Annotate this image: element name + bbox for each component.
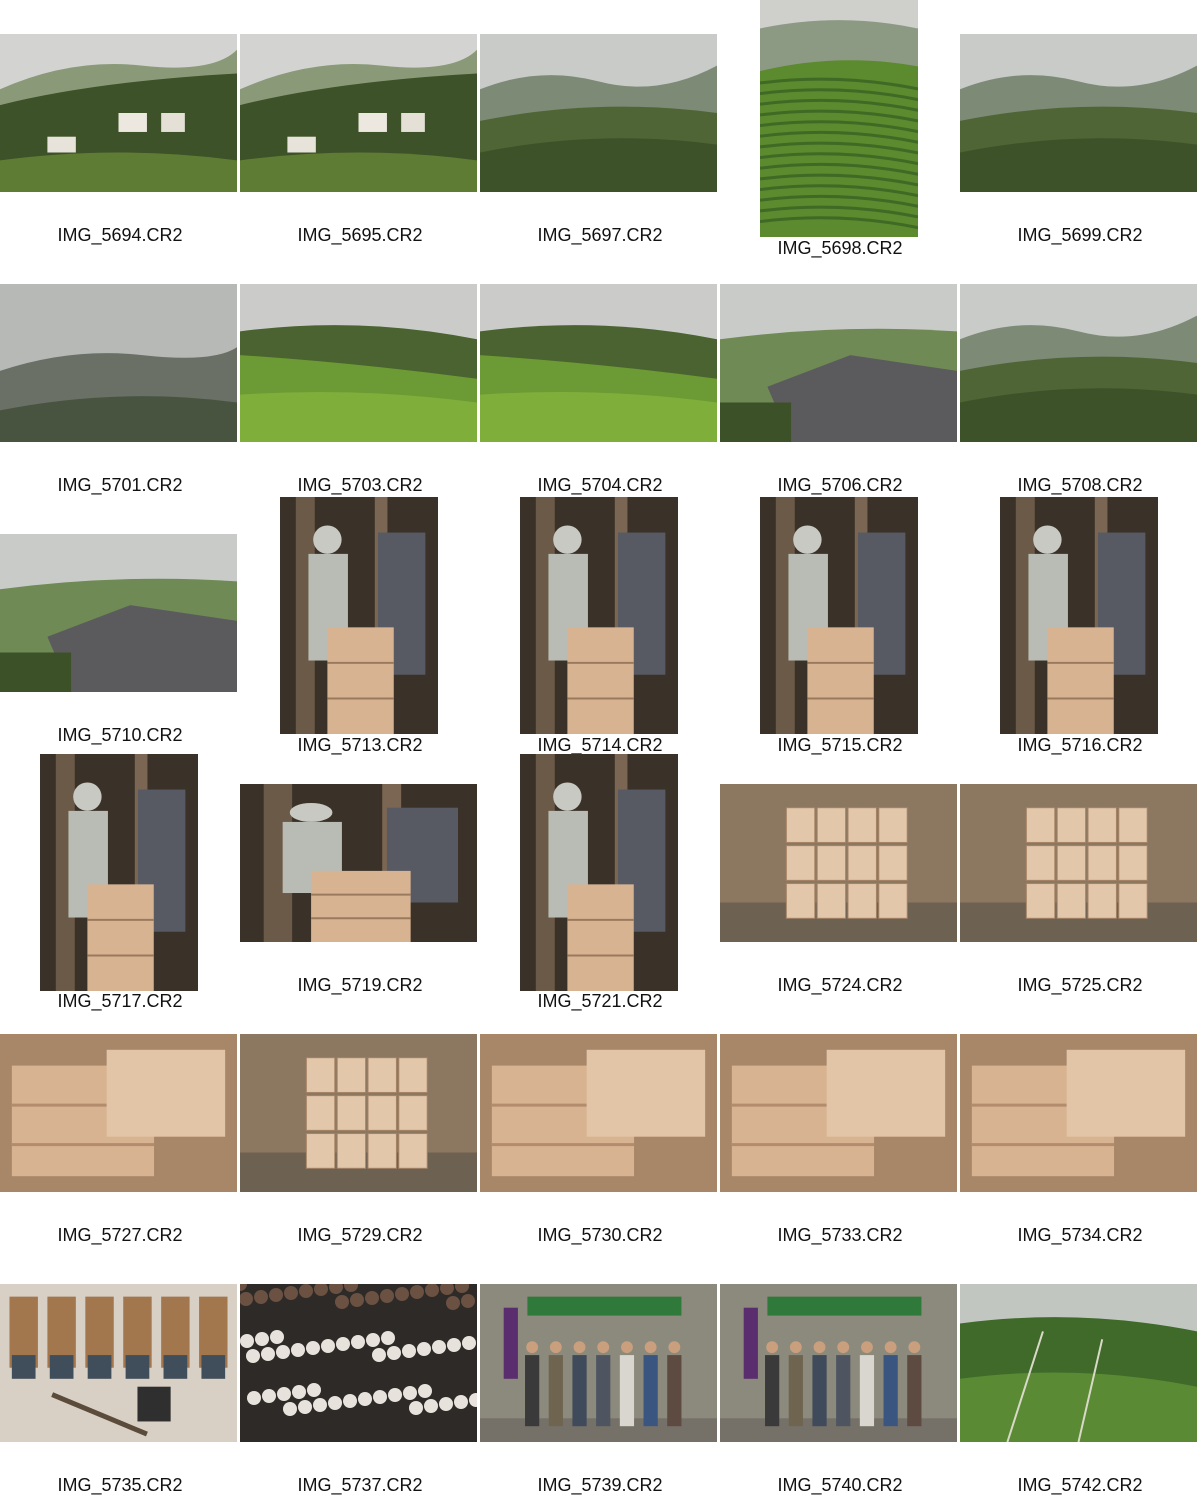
photo-filename: IMG_5734.CR2: [1017, 1225, 1143, 1245]
photo-filename: IMG_5716.CR2: [1017, 735, 1143, 755]
photo-filename: IMG_5694.CR2: [57, 225, 183, 245]
photo-thumbnail[interactable]: [520, 754, 678, 991]
photo-thumbnail[interactable]: [0, 534, 237, 692]
photo-thumbnail[interactable]: [960, 784, 1197, 942]
photo-filename: IMG_5727.CR2: [57, 1225, 183, 1245]
photo-filename: IMG_5699.CR2: [1017, 225, 1143, 245]
photo-thumbnail[interactable]: [960, 34, 1197, 192]
photo-filename: IMG_5708.CR2: [1017, 475, 1143, 495]
photo-thumbnail[interactable]: [960, 1284, 1197, 1442]
photo-thumbnail[interactable]: [720, 1034, 957, 1192]
photo-thumbnail[interactable]: [960, 284, 1197, 442]
photo-thumbnail[interactable]: [0, 1034, 237, 1192]
photo-thumbnail[interactable]: [760, 0, 918, 237]
photo-thumbnail[interactable]: [240, 34, 477, 192]
photo-thumbnail[interactable]: [0, 34, 237, 192]
photo-thumbnail[interactable]: [480, 1034, 717, 1192]
photo-filename: IMG_5725.CR2: [1017, 975, 1143, 995]
photo-filename: IMG_5742.CR2: [1017, 1475, 1143, 1495]
photo-filename: IMG_5704.CR2: [537, 475, 663, 495]
photo-filename: IMG_5698.CR2: [777, 238, 903, 258]
photo-thumbnail[interactable]: [240, 1034, 477, 1192]
photo-filename: IMG_5713.CR2: [297, 735, 423, 755]
photo-thumbnail[interactable]: [520, 497, 678, 734]
photo-thumbnail[interactable]: [40, 754, 198, 991]
photo-thumbnail[interactable]: [720, 1284, 957, 1442]
photo-filename: IMG_5721.CR2: [537, 991, 663, 1011]
photo-filename: IMG_5724.CR2: [777, 975, 903, 995]
photo-filename: IMG_5697.CR2: [537, 225, 663, 245]
photo-filename: IMG_5740.CR2: [777, 1475, 903, 1495]
photo-filename: IMG_5733.CR2: [777, 1225, 903, 1245]
photo-filename: IMG_5729.CR2: [297, 1225, 423, 1245]
photo-filename: IMG_5703.CR2: [297, 475, 423, 495]
photo-filename: IMG_5730.CR2: [537, 1225, 663, 1245]
photo-filename: IMG_5706.CR2: [777, 475, 903, 495]
photo-filename: IMG_5739.CR2: [537, 1475, 663, 1495]
photo-filename: IMG_5714.CR2: [537, 735, 663, 755]
photo-thumbnail[interactable]: [240, 784, 477, 942]
photo-filename: IMG_5717.CR2: [57, 991, 183, 1011]
photo-filename: IMG_5701.CR2: [57, 475, 183, 495]
photo-thumbnail[interactable]: [720, 284, 957, 442]
photo-filename: IMG_5735.CR2: [57, 1475, 183, 1495]
photo-thumbnail[interactable]: [0, 284, 237, 442]
contact-sheet: IMG_5694.CR2 IMG_5695.CR2 IMG_5697.CR2 I…: [0, 0, 1200, 1500]
photo-thumbnail[interactable]: [480, 284, 717, 442]
photo-thumbnail[interactable]: [240, 1284, 477, 1442]
photo-filename: IMG_5715.CR2: [777, 735, 903, 755]
photo-thumbnail[interactable]: [240, 284, 477, 442]
photo-thumbnail[interactable]: [1000, 497, 1158, 734]
photo-filename: IMG_5719.CR2: [297, 975, 423, 995]
photo-thumbnail[interactable]: [280, 497, 438, 734]
photo-filename: IMG_5737.CR2: [297, 1475, 423, 1495]
photo-thumbnail[interactable]: [0, 1284, 237, 1442]
photo-thumbnail[interactable]: [720, 784, 957, 942]
photo-filename: IMG_5695.CR2: [297, 225, 423, 245]
photo-filename: IMG_5710.CR2: [57, 725, 183, 745]
photo-thumbnail[interactable]: [480, 34, 717, 192]
photo-thumbnail[interactable]: [480, 1284, 717, 1442]
photo-thumbnail[interactable]: [760, 497, 918, 734]
photo-thumbnail[interactable]: [960, 1034, 1197, 1192]
